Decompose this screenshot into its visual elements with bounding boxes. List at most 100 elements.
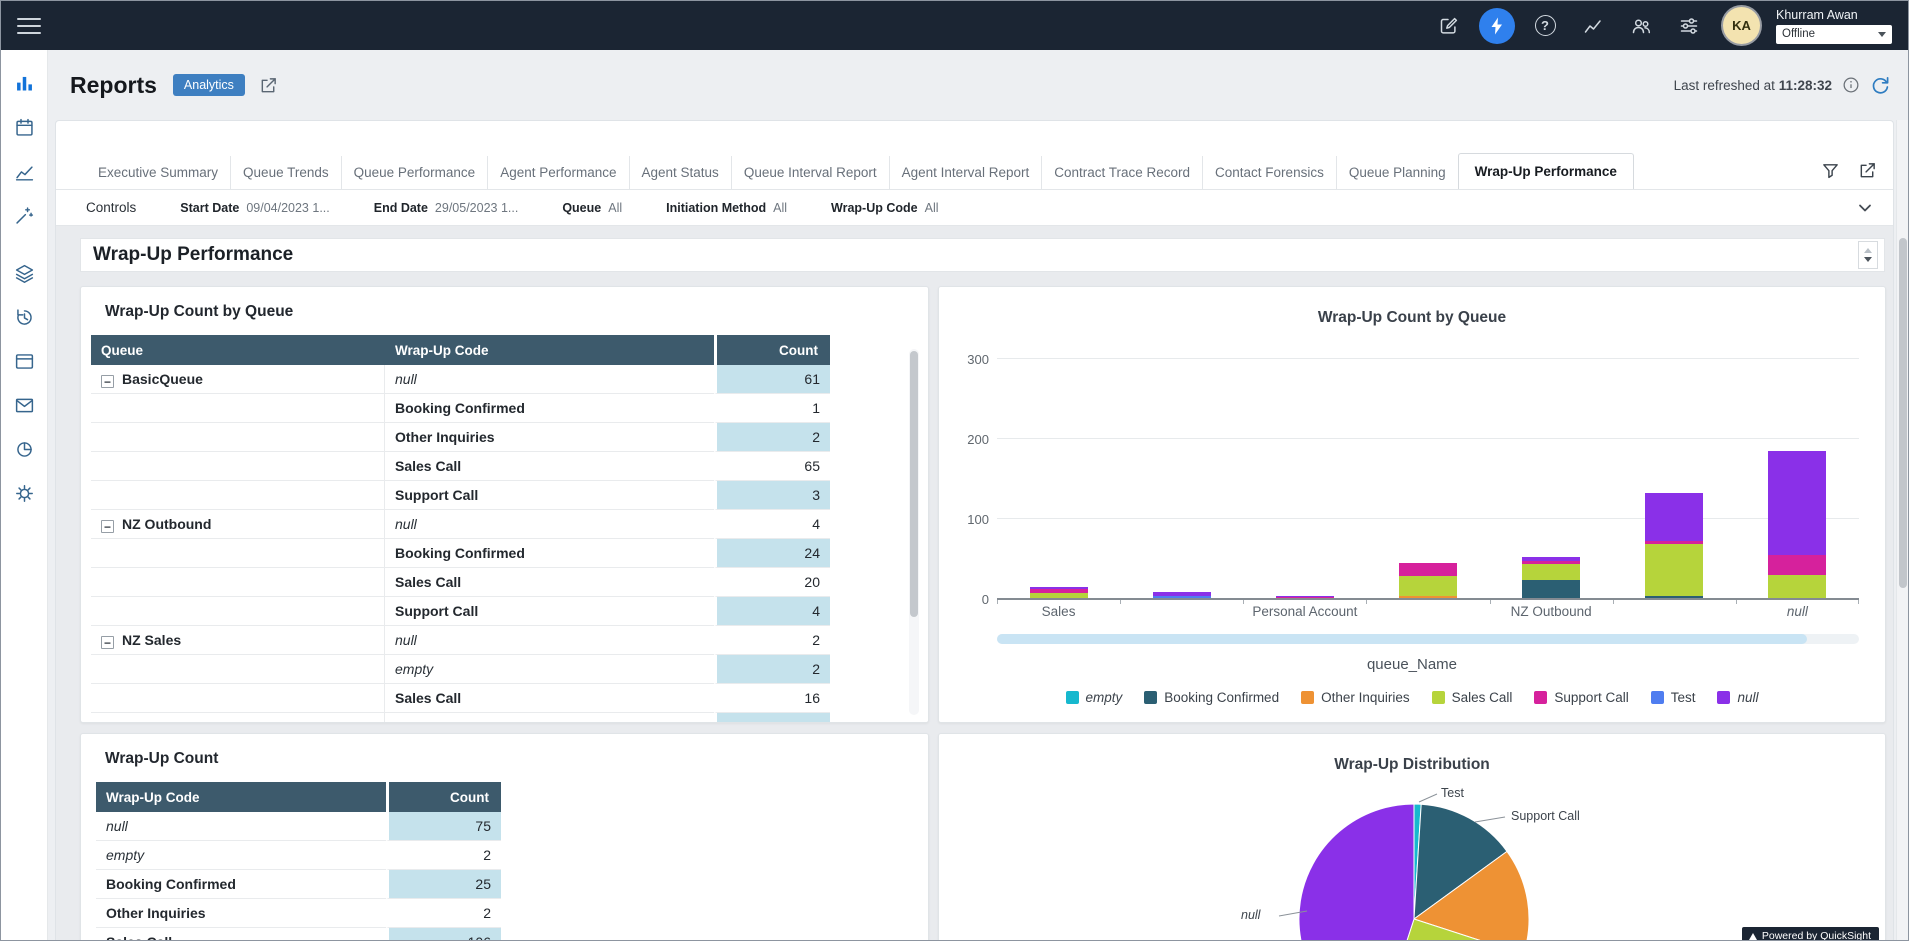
queue-cell [91,713,385,723]
sidebar-item-queues[interactable] [7,258,41,288]
bar-segment-sales-call[interactable] [1645,544,1703,596]
legend-label: Other Inquiries [1321,690,1410,705]
collapse-icon[interactable] [101,375,114,388]
count-cell: 4 [714,510,830,539]
sheet-scroll-spinner[interactable] [1858,241,1878,269]
table-row: Booking Confirmed25 [96,870,501,899]
bar-segment-null[interactable] [1645,493,1703,542]
status-select[interactable]: Offline [1776,25,1892,44]
table-row: Sales Call106 [96,928,501,940]
wrapup-code-cell: Sales Call [385,684,714,713]
legend-swatch [1066,691,1079,704]
count-cell [714,713,830,723]
bar-segment-null[interactable] [1768,451,1826,555]
table-row: Sales Call20 [91,568,830,597]
quicksight-badge-label: Powered by QuickSight [1762,930,1871,940]
filter-wrap-up-code[interactable]: Wrap-Up CodeAll [831,201,938,215]
question-mark-icon [1535,15,1556,36]
sidebar-item-settings[interactable] [7,478,41,508]
filter-end-date[interactable]: End Date29/05/2023 1... [374,201,519,215]
help-icon[interactable] [1527,8,1563,44]
chart-scrollbar-thumb[interactable] [997,634,1807,644]
tab-agent-status[interactable]: Agent Status [629,156,731,189]
bar-stack[interactable] [1768,451,1826,599]
y-axis-label: 0 [982,592,989,607]
wrapup-code-cell: Other Inquiries [96,899,386,928]
sidebar-item-messaging[interactable] [7,390,41,420]
tab-queue-interval-report[interactable]: Queue Interval Report [731,156,889,189]
count-cell: 2 [714,626,830,655]
filter-start-date[interactable]: Start Date09/04/2023 1... [180,201,329,215]
tab-queue-planning[interactable]: Queue Planning [1336,156,1458,189]
table-row: Support Call [91,713,830,723]
pie-slice-null[interactable] [1299,804,1414,940]
avatar[interactable]: KA [1723,7,1760,44]
legend-item-null[interactable]: null [1717,690,1758,705]
sidebar-item-calendar[interactable] [7,112,41,142]
tab-agent-performance[interactable]: Agent Performance [487,156,628,189]
y-axis-label: 100 [967,512,989,527]
collapse-icon[interactable] [101,520,114,533]
directory-icon[interactable] [1623,8,1659,44]
dashboard: Wrap-Up Performance Wrap-Up Count by Que… [56,226,1893,940]
tab-contact-forensics[interactable]: Contact Forensics [1202,156,1336,189]
filter-initiation-method[interactable]: Initiation MethodAll [666,201,787,215]
queue-name: NZ Outbound [122,516,211,532]
filter-queue[interactable]: QueueAll [562,201,622,215]
tab-agent-interval-report[interactable]: Agent Interval Report [889,156,1042,189]
bar-stack[interactable] [1645,493,1703,599]
top-nav-bar: KA Khurram Awan Offline [1,1,1908,50]
sidebar-item-history[interactable] [7,302,41,332]
collapse-icon[interactable] [101,636,114,649]
quick-connect-icon[interactable] [1479,8,1515,44]
bar-segment-sales-call[interactable] [1399,576,1457,596]
hamburger-menu-icon[interactable] [17,18,41,34]
tab-executive-summary[interactable]: Executive Summary [86,156,230,189]
metrics-icon[interactable] [1575,8,1611,44]
tab-queue-performance[interactable]: Queue Performance [341,156,488,189]
bar-segment-support-call[interactable] [1768,555,1826,575]
legend-item-support-call[interactable]: Support Call [1534,690,1628,705]
scroll-up-icon[interactable] [1864,248,1872,253]
tab-queue-trends[interactable]: Queue Trends [230,156,341,189]
bar-segment-sales-call[interactable] [1522,564,1580,580]
notes-icon[interactable] [1431,8,1467,44]
legend-item-empty[interactable]: empty [1066,690,1123,705]
legend-item-test[interactable]: Test [1651,690,1696,705]
sidebar-item-dashboards[interactable] [7,68,41,98]
chart-scrollbar[interactable] [997,634,1859,644]
queue-cell [91,539,385,568]
bar-segment-booking-confirmed[interactable] [1522,580,1580,599]
scroll-down-icon[interactable] [1864,257,1872,262]
y-axis-label: 200 [967,432,989,447]
info-icon[interactable] [1842,76,1860,94]
sidebar-item-metrics[interactable] [7,156,41,186]
queue-cell [91,394,385,423]
visual-actions [1821,161,1877,180]
sidebar-item-reports[interactable] [7,434,41,464]
table-scrollbar-thumb[interactable] [910,351,918,617]
legend-item-booking-confirmed[interactable]: Booking Confirmed [1144,690,1279,705]
filter-icon[interactable] [1821,161,1840,180]
external-link-icon[interactable] [259,76,278,95]
preferences-icon[interactable] [1671,8,1707,44]
user-name: Khurram Awan [1776,8,1892,22]
bar-segment-sales-call[interactable] [1768,575,1826,599]
bar-stack[interactable] [1399,563,1457,599]
refresh-area: Last refreshed at 11:28:32 [1674,75,1894,95]
page-scrollbar-thumb[interactable] [1899,238,1907,588]
sidebar-item-contact-lens[interactable] [7,200,41,230]
tab-wrap-up-performance[interactable]: Wrap-Up Performance [1458,153,1634,189]
bar-stack[interactable] [1522,557,1580,599]
controls-expand-icon[interactable] [1855,198,1875,218]
legend-item-other-inquiries[interactable]: Other Inquiries [1301,690,1410,705]
legend-item-sales-call[interactable]: Sales Call [1432,690,1513,705]
tab-contract-trace-record[interactable]: Contract Trace Record [1041,156,1202,189]
sidebar-item-channels[interactable] [7,346,41,376]
export-icon[interactable] [1858,161,1877,180]
table-scrollbar[interactable] [909,349,919,715]
bar-segment-support-call[interactable] [1399,563,1457,576]
analytics-badge: Analytics [173,74,245,96]
refresh-icon[interactable] [1870,75,1890,95]
page-scrollbar[interactable] [1896,120,1908,940]
